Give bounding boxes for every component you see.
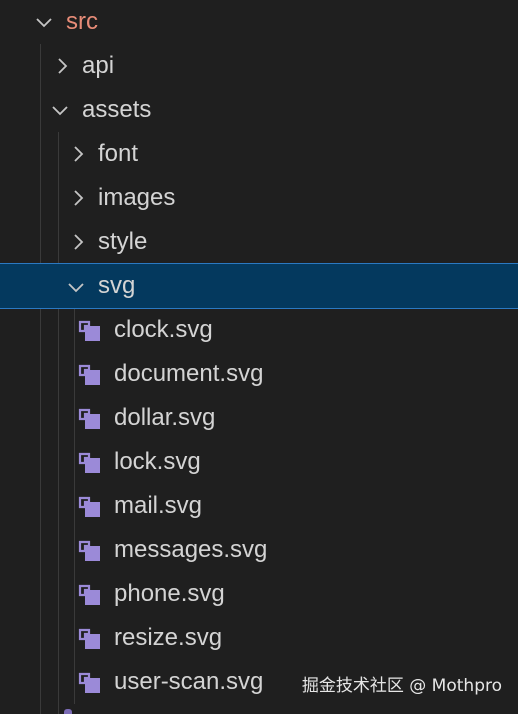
svg-file-icon (78, 496, 102, 518)
file-label: messages.svg (114, 536, 268, 563)
folder-label-api: api (82, 52, 115, 79)
file-label: dollar.svg (114, 404, 216, 431)
svg-file-icon (78, 364, 102, 386)
tree-item-style[interactable]: style (0, 220, 518, 264)
folder-label-images: images (98, 184, 176, 211)
svg-file-icon (78, 628, 102, 650)
tree-item-font[interactable]: font (0, 132, 518, 176)
file-label: resize.svg (114, 624, 223, 651)
folder-label-assets: assets (82, 96, 152, 123)
svg-file-icon (78, 584, 102, 606)
chevron-down-icon (32, 0, 54, 44)
file-label: user-scan.svg (114, 668, 264, 695)
chevron-right-icon (50, 44, 72, 88)
chevron-right-icon (66, 132, 88, 176)
tree-item-file[interactable]: clock.svg (0, 308, 518, 352)
chevron-right-icon (66, 176, 88, 220)
file-label: clock.svg (114, 316, 213, 343)
file-label: lock.svg (114, 448, 201, 475)
tree-item-file[interactable]: resize.svg (0, 616, 518, 660)
tree-item-file[interactable]: messages.svg (0, 528, 518, 572)
tree-item-file[interactable]: dollar.svg (0, 396, 518, 440)
tree-item-file[interactable]: phone.svg (0, 572, 518, 616)
folder-label-src: src (66, 8, 98, 35)
file-explorer-tree: src api assets font images style svg clo… (0, 0, 518, 714)
chevron-down-icon (48, 88, 70, 132)
tree-item-assets[interactable]: assets (0, 88, 518, 132)
svg-file-icon (78, 540, 102, 562)
tree-item-file[interactable]: mail.svg (0, 484, 518, 528)
svg-file-icon (78, 320, 102, 342)
chevron-down-icon (64, 265, 86, 309)
watermark: 掘金技术社区 @ Mothpro (301, 676, 502, 696)
svg-file-icon (78, 452, 102, 474)
tree-item-file[interactable]: lock.svg (0, 440, 518, 484)
tree-item-src[interactable]: src (0, 0, 518, 44)
partial-next-item-icon (64, 709, 72, 714)
file-label: document.svg (114, 360, 264, 387)
svg-file-icon (78, 672, 102, 694)
folder-label-style: style (98, 228, 148, 255)
folder-label-font: font (98, 140, 139, 167)
chevron-right-icon (66, 220, 88, 264)
tree-item-images[interactable]: images (0, 176, 518, 220)
tree-item-api[interactable]: api (0, 44, 518, 88)
tree-item-svg[interactable]: svg (0, 263, 518, 309)
file-label: phone.svg (114, 580, 225, 607)
svg-file-icon (78, 408, 102, 430)
folder-label-svg: svg (98, 272, 136, 299)
file-label: mail.svg (114, 492, 203, 519)
tree-item-file[interactable]: document.svg (0, 352, 518, 396)
